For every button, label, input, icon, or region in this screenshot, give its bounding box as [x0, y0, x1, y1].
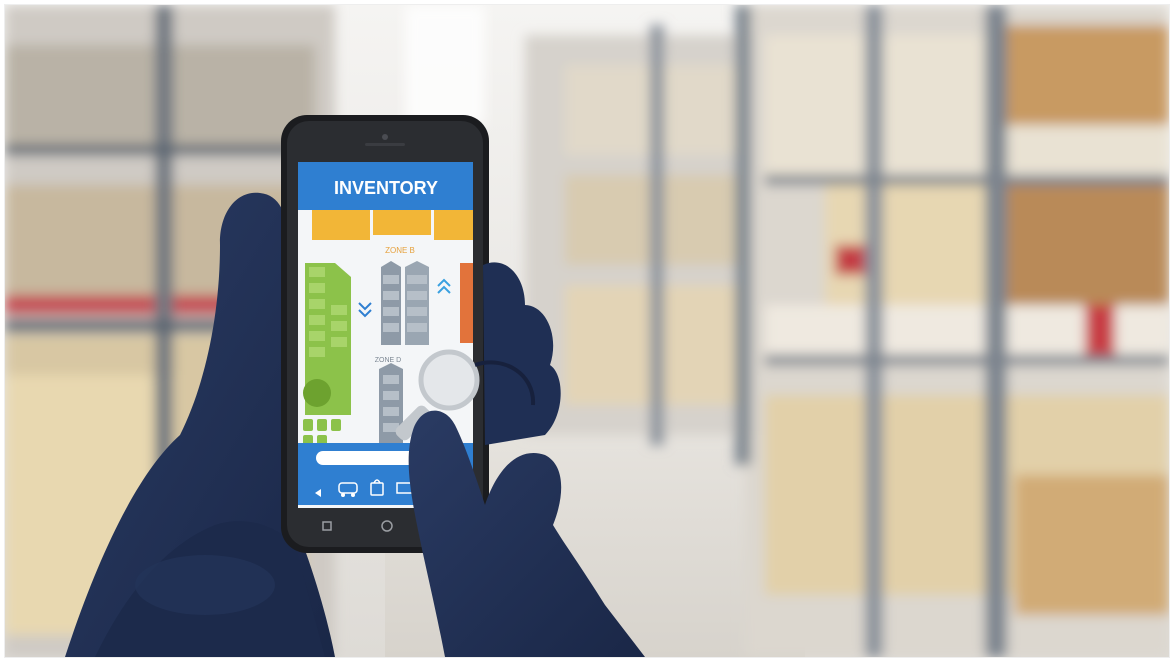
search-input[interactable]	[316, 451, 416, 465]
warehouse-photo: INVENTORY ZONE B ZONE D	[5, 5, 1169, 657]
zone-d-label: ZONE D	[375, 357, 401, 364]
app-title: INVENTORY	[334, 178, 438, 198]
zone-b-label: ZONE B	[385, 246, 415, 255]
photo-scene: INVENTORY ZONE B ZONE D	[4, 4, 1170, 658]
